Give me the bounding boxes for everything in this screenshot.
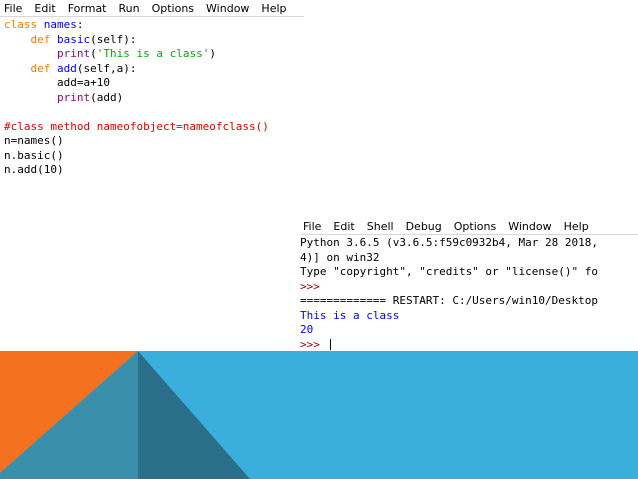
- editor-code-line: def basic(self):: [4, 33, 269, 48]
- editor-code-token: 'This is a class': [96, 47, 210, 60]
- shell-menu-help[interactable]: Help: [564, 220, 589, 233]
- editor-code-token: (self,a):: [76, 61, 137, 75]
- shell-code-token: >>>: [300, 337, 327, 351]
- text-cursor: [329, 339, 331, 350]
- editor-code-line: print('This is a class'): [4, 47, 269, 62]
- editor-code-token: #class method nameofobject=nameofclass(): [4, 119, 269, 133]
- editor-code-token: print: [56, 90, 91, 104]
- editor-code-token: def: [30, 61, 51, 75]
- editor-code-token: n=names(): [4, 134, 64, 147]
- shell-code-line: Python 3.6.5 (v3.6.5:f59c0932b4, Mar 28 …: [300, 236, 638, 251]
- editor-code-line: add=a+10: [4, 76, 269, 91]
- editor-menu-edit[interactable]: Edit: [34, 2, 55, 15]
- editor-menu-format[interactable]: Format: [68, 2, 107, 15]
- editor-menu-help[interactable]: Help: [261, 2, 286, 15]
- shell-menu-window[interactable]: Window: [508, 220, 551, 233]
- shell-code-line: 4)] on win32: [300, 251, 638, 266]
- editor-code-token: (: [90, 47, 97, 60]
- editor-code-token: add=a+10: [56, 76, 110, 89]
- shell-code-line: >>>: [300, 338, 638, 353]
- editor-code-token: print: [56, 47, 91, 60]
- editor-code-token: [50, 33, 57, 46]
- editor-code-token: def: [30, 32, 51, 46]
- shell-code-token: This is a class: [300, 308, 400, 322]
- editor-code-line: [4, 105, 269, 120]
- shell-code-token: ============= RESTART: C:/Users/win10/De…: [300, 294, 599, 307]
- shell-code-token: 4)] on win32: [300, 250, 380, 264]
- shell-code-line: This is a class: [300, 309, 638, 324]
- editor-code-token: :: [76, 18, 84, 31]
- shell-code-token: Type "copyright", "credits" or "license(…: [300, 265, 599, 278]
- shell-code-line: ============= RESTART: C:/Users/win10/De…: [300, 294, 638, 309]
- editor-code-line: def add(self,a):: [4, 62, 269, 77]
- editor-code-token: n.add(10): [4, 163, 64, 176]
- editor-code-line: class names:: [4, 18, 269, 33]
- shell-code-line: 20: [300, 323, 638, 338]
- shell-menu-edit[interactable]: Edit: [333, 220, 354, 233]
- shell-code-token: >>>: [300, 279, 320, 293]
- decorative-footer-band: [0, 351, 638, 479]
- editor-menu-file[interactable]: File: [4, 2, 22, 15]
- editor-code-line: n.basic(): [4, 149, 269, 164]
- shell-code-token: 20: [300, 323, 314, 336]
- editor-code-line: print(add): [4, 91, 269, 106]
- editor-code-token: basic: [57, 32, 91, 46]
- shell-output-area[interactable]: Python 3.6.5 (v3.6.5:f59c0932b4, Mar 28 …: [300, 236, 638, 352]
- shell-menu-debug[interactable]: Debug: [406, 220, 442, 233]
- editor-code-token: (self):: [90, 32, 137, 46]
- editor-code-token: names: [43, 18, 77, 31]
- editor-code-token: add: [57, 61, 77, 75]
- shell-code-line: >>>: [300, 280, 638, 295]
- shell-menu-shell[interactable]: Shell: [367, 220, 394, 233]
- editor-code-token: [50, 62, 57, 75]
- editor-code-line: n.add(10): [4, 163, 269, 178]
- shell-code-token: Python 3.6.5 (v3.6.5:f59c0932b4, Mar 28 …: [300, 236, 599, 249]
- editor-code-line: n=names(): [4, 134, 269, 149]
- editor-code-token: n.basic(): [4, 148, 64, 162]
- editor-menu-run[interactable]: Run: [119, 2, 140, 15]
- editor-code-token: [37, 18, 44, 31]
- shell-menu-file[interactable]: File: [303, 220, 321, 233]
- editor-menubar: File Edit Format Run Options Window Help: [0, 0, 304, 17]
- editor-code-token: (add): [90, 90, 124, 104]
- editor-code-token: ): [209, 47, 216, 60]
- editor-code-token: class: [4, 18, 38, 31]
- editor-code-line: #class method nameofobject=nameofclass(): [4, 120, 269, 135]
- shell-menubar: File Edit Shell Debug Options Window Help: [301, 218, 638, 235]
- editor-code-area[interactable]: class names: def basic(self): print('Thi…: [4, 18, 269, 178]
- shell-code-line: Type "copyright", "credits" or "license(…: [300, 265, 638, 280]
- shell-menu-options[interactable]: Options: [454, 220, 496, 233]
- editor-menu-options[interactable]: Options: [152, 2, 194, 15]
- editor-menu-window[interactable]: Window: [206, 2, 249, 15]
